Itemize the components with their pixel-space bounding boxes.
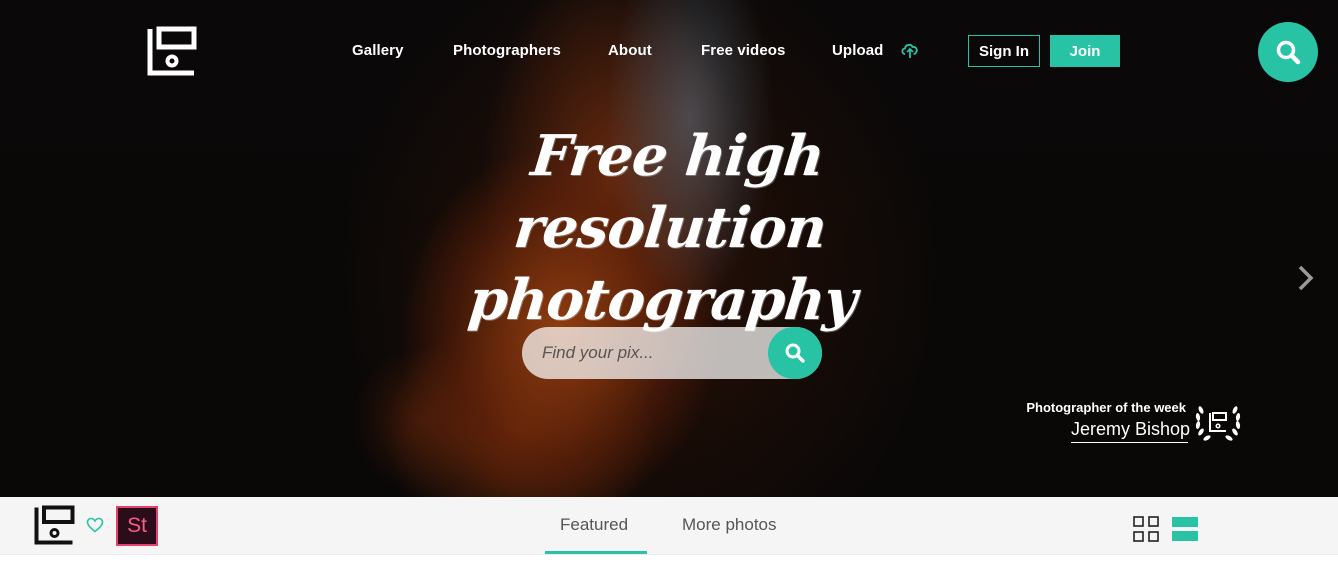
active-tab-indicator bbox=[545, 551, 647, 554]
nav-about[interactable]: About bbox=[608, 42, 652, 59]
headline-line-1: Free high resolution bbox=[510, 123, 830, 261]
site-logo-small[interactable] bbox=[34, 505, 75, 545]
heart-icon[interactable] bbox=[86, 517, 104, 533]
search-icon bbox=[1276, 40, 1301, 65]
chevron-right-icon[interactable] bbox=[1296, 264, 1316, 292]
photographer-of-week-label: Photographer of the week bbox=[1026, 400, 1186, 415]
filter-bar: St Featured More photos bbox=[0, 497, 1338, 555]
hero-banner: Gallery Photographers About Free videos … bbox=[0, 0, 1338, 497]
photographer-name-link[interactable]: Jeremy Bishop bbox=[1071, 419, 1190, 443]
nav-gallery[interactable]: Gallery bbox=[352, 42, 404, 59]
laurel-badge-icon bbox=[1195, 406, 1241, 441]
tab-featured[interactable]: Featured bbox=[560, 515, 628, 535]
nav-photographers[interactable]: Photographers bbox=[453, 42, 561, 59]
hero-search-bar bbox=[522, 327, 822, 379]
header-search-button[interactable] bbox=[1258, 22, 1318, 82]
site-logo[interactable] bbox=[147, 26, 197, 76]
join-button[interactable]: Join bbox=[1050, 35, 1120, 67]
hero-headline: Free high resolution photography bbox=[349, 120, 992, 336]
nav-upload[interactable]: Upload bbox=[832, 42, 883, 59]
adobe-stock-badge[interactable]: St bbox=[116, 506, 158, 546]
headline-line-2: photography bbox=[465, 267, 860, 333]
search-icon bbox=[785, 343, 805, 363]
grid-view-icon[interactable] bbox=[1133, 516, 1159, 542]
search-submit-button[interactable] bbox=[768, 327, 822, 379]
sign-in-button[interactable]: Sign In bbox=[968, 35, 1040, 67]
cloud-upload-icon[interactable] bbox=[900, 40, 920, 60]
tab-more-photos[interactable]: More photos bbox=[682, 515, 777, 535]
list-view-icon[interactable] bbox=[1172, 516, 1198, 542]
nav-free-videos[interactable]: Free videos bbox=[701, 42, 785, 59]
search-input[interactable] bbox=[542, 327, 772, 379]
